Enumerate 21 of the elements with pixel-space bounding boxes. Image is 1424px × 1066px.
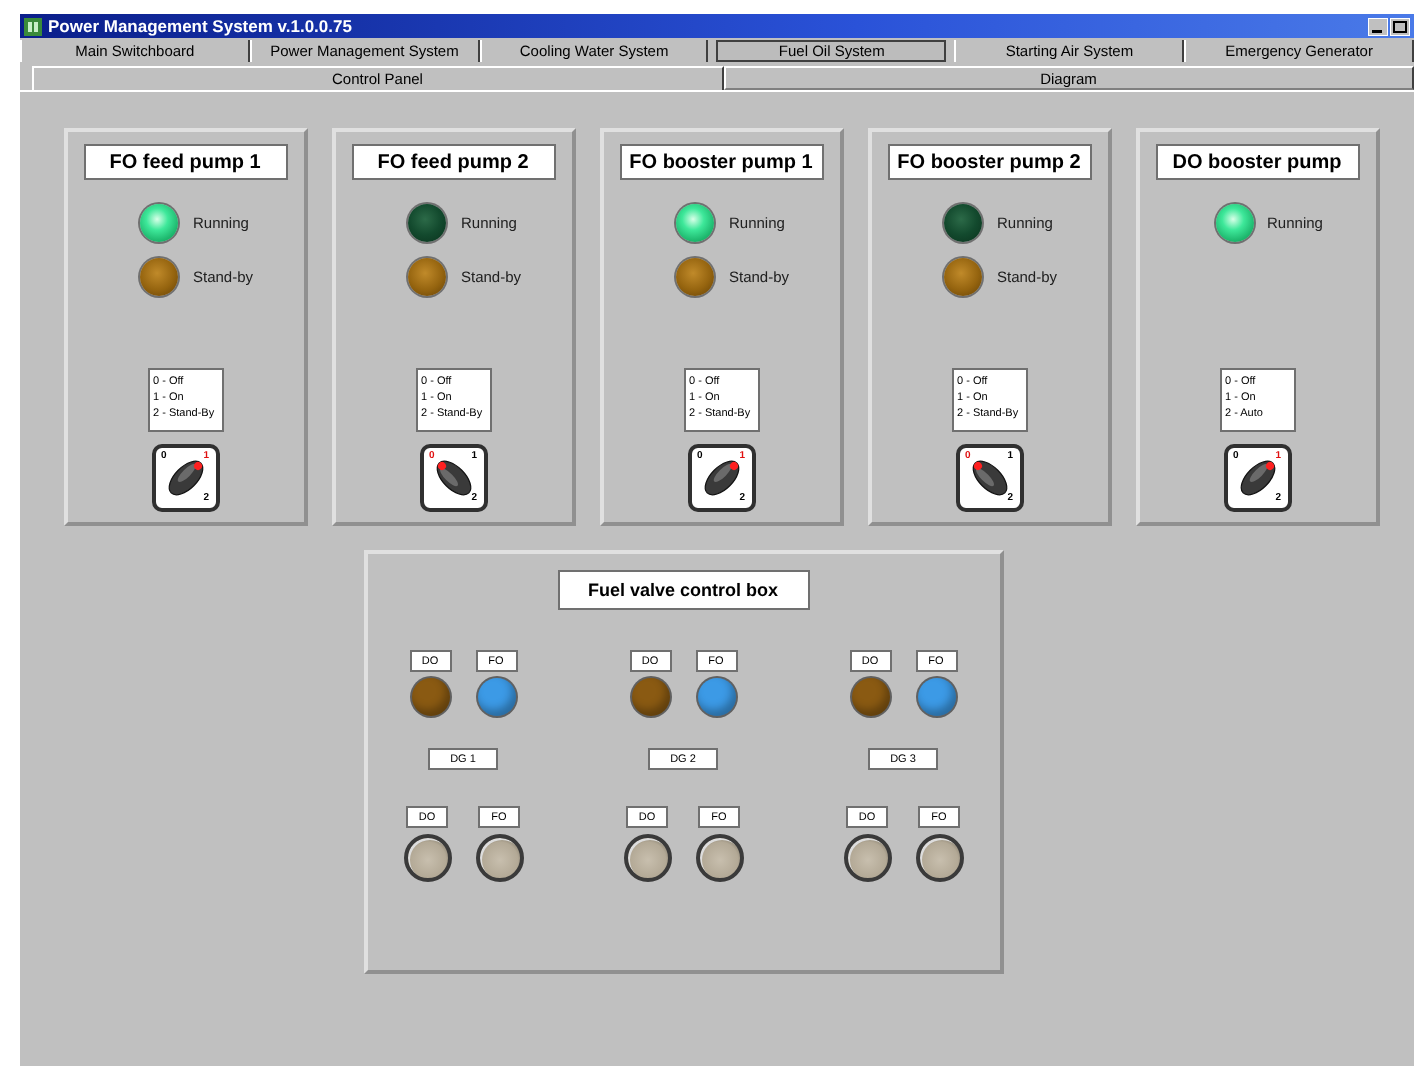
rotary-knob[interactable] — [431, 456, 475, 500]
pump-title: FO booster pump 2 — [887, 144, 1091, 180]
panel-title: Fuel valve control box — [557, 570, 809, 610]
rotary-knob[interactable] — [699, 456, 743, 500]
push-button[interactable] — [695, 834, 743, 882]
app-icon — [24, 17, 42, 35]
push-button[interactable] — [915, 834, 963, 882]
window-title: Power Management System v.1.0.0.75 — [48, 16, 352, 36]
push-button[interactable] — [843, 834, 891, 882]
push-button[interactable] — [475, 834, 523, 882]
pump-title: FO feed pump 1 — [83, 144, 287, 180]
push-button[interactable] — [403, 834, 451, 882]
pump-title: FO booster pump 1 — [619, 144, 823, 180]
rotary-knob[interactable] — [1235, 456, 1279, 500]
maximize-icon[interactable] — [1390, 17, 1410, 35]
rotary-knob[interactable] — [967, 456, 1011, 500]
pump-title: FO feed pump 2 — [351, 144, 555, 180]
push-button[interactable] — [623, 834, 671, 882]
rotary-knob[interactable] — [163, 456, 207, 500]
pump-title: DO booster pump — [1155, 144, 1359, 180]
minimize-icon[interactable] — [1368, 17, 1388, 35]
